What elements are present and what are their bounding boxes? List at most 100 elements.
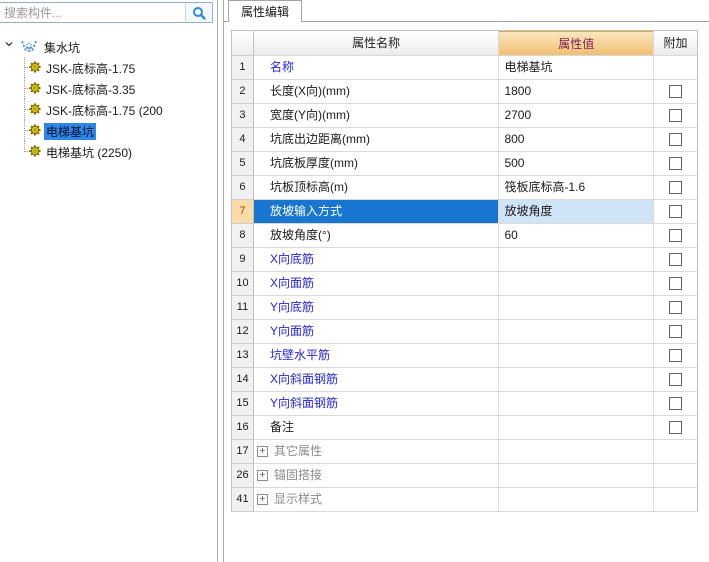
property-name[interactable]: X向面筋 xyxy=(253,272,500,296)
tree-item-label[interactable]: 电梯基坑 xyxy=(44,123,97,140)
expand-plus-icon[interactable]: + xyxy=(256,470,268,481)
property-name[interactable]: + 其它属性 xyxy=(253,440,500,464)
table-row[interactable]: 2 长度(X向)(mm) 1800 xyxy=(232,80,698,104)
property-name[interactable]: 宽度(Y向)(mm) xyxy=(253,104,500,128)
table-row[interactable]: 5 坑底板厚度(mm) 500 xyxy=(232,152,698,176)
attach-checkbox[interactable] xyxy=(669,133,683,146)
property-value[interactable] xyxy=(499,440,655,464)
property-name[interactable]: 备注 xyxy=(253,416,500,440)
table-row[interactable]: 41 + 显示样式 xyxy=(232,488,698,512)
tree-item-label[interactable]: 电梯基坑 (2250) xyxy=(46,144,132,161)
property-value[interactable]: 60 xyxy=(499,224,655,248)
tree-item[interactable]: 电梯基坑 (2250) xyxy=(0,141,217,162)
table-row[interactable]: 14 X向斜面钢筋 xyxy=(232,368,698,392)
search-input[interactable]: 搜索构件... xyxy=(0,2,213,23)
search-placeholder: 搜索构件... xyxy=(4,6,63,20)
attach-checkbox[interactable] xyxy=(669,277,683,290)
table-row[interactable]: 3 宽度(Y向)(mm) 2700 xyxy=(232,104,698,128)
property-name[interactable]: 坑底出边距离(mm) xyxy=(253,128,500,152)
attach-cell xyxy=(654,128,698,152)
property-name[interactable]: + 显示样式 xyxy=(253,488,500,512)
attach-cell xyxy=(654,224,698,248)
table-row[interactable]: 8 放坡角度(°) 60 xyxy=(232,224,698,248)
table-row[interactable]: 12 Y向面筋 xyxy=(232,320,698,344)
property-name[interactable]: 放坡输入方式 xyxy=(253,200,500,224)
attach-checkbox[interactable] xyxy=(669,205,683,218)
attach-checkbox[interactable] xyxy=(669,229,683,242)
property-name[interactable]: 坑底板厚度(mm) xyxy=(253,152,500,176)
table-row[interactable]: 4 坑底出边距离(mm) 800 xyxy=(232,128,698,152)
property-value[interactable] xyxy=(499,368,655,392)
table-row[interactable]: 6 坑板顶标高(m) 筏板底标高-1.6 xyxy=(232,176,698,200)
attach-cell xyxy=(654,488,698,512)
tree-item[interactable]: JSK-底标高-1.75 xyxy=(0,57,217,78)
property-value[interactable] xyxy=(499,320,655,344)
attach-checkbox[interactable] xyxy=(669,181,683,194)
property-value[interactable] xyxy=(499,248,655,272)
chevron-down-icon[interactable] xyxy=(4,39,16,51)
property-value[interactable] xyxy=(499,464,655,488)
property-name[interactable]: 坑壁水平筋 xyxy=(253,344,500,368)
tree-item[interactable]: 电梯基坑 xyxy=(0,120,217,141)
expand-plus-icon[interactable]: + xyxy=(256,494,268,505)
property-value[interactable] xyxy=(499,392,655,416)
property-value[interactable]: 500 xyxy=(499,152,655,176)
tree-item[interactable]: JSK-底标高-1.75 (200 xyxy=(0,99,217,120)
property-name[interactable]: X向底筋 xyxy=(253,248,500,272)
group-label: 其它属性 xyxy=(273,444,322,458)
attach-checkbox[interactable] xyxy=(669,85,683,98)
table-row[interactable]: 26 + 锚固搭接 xyxy=(232,464,698,488)
table-row[interactable]: 7 放坡输入方式 放坡角度 xyxy=(232,200,698,224)
table-row[interactable]: 15 Y向斜面钢筋 xyxy=(232,392,698,416)
attach-checkbox[interactable] xyxy=(669,109,683,122)
table-row[interactable]: 1 名称 电梯基坑 xyxy=(232,56,698,80)
property-value[interactable]: 2700 xyxy=(499,104,655,128)
property-name[interactable]: Y向斜面钢筋 xyxy=(253,392,500,416)
tree-root-label[interactable]: 集水坑 xyxy=(44,39,80,56)
attach-checkbox[interactable] xyxy=(669,397,683,410)
tree-item-label[interactable]: JSK-底标高-3.35 xyxy=(46,81,135,98)
attach-checkbox[interactable] xyxy=(669,421,683,434)
attach-checkbox[interactable] xyxy=(669,373,683,386)
row-number: 8 xyxy=(232,224,254,248)
tree-root-sump-pit[interactable]: 集水坑 xyxy=(0,36,217,57)
property-name[interactable]: 坑板顶标高(m) xyxy=(253,176,500,200)
property-value[interactable] xyxy=(499,416,655,440)
attach-checkbox[interactable] xyxy=(669,301,683,314)
table-row[interactable]: 9 X向底筋 xyxy=(232,248,698,272)
property-value[interactable]: 筏板底标高-1.6 xyxy=(499,176,655,200)
property-panel: 属性编辑 属性名称 属性值 附加 1 名称 电梯基坑 2 长度(X向)(mm) 1800 3… xyxy=(223,0,709,562)
property-name[interactable]: 放坡角度(°) xyxy=(253,224,500,248)
property-value[interactable]: 放坡角度 xyxy=(499,200,655,224)
property-name[interactable]: + 锚固搭接 xyxy=(253,464,500,488)
group-label: 显示样式 xyxy=(273,492,322,506)
expand-plus-icon[interactable]: + xyxy=(256,446,268,457)
table-row[interactable]: 17 + 其它属性 xyxy=(232,440,698,464)
attach-checkbox[interactable] xyxy=(669,349,683,362)
tab-property-edit[interactable]: 属性编辑 xyxy=(228,0,303,22)
property-name[interactable]: Y向面筋 xyxy=(253,320,500,344)
property-name[interactable]: 名称 xyxy=(253,56,500,80)
property-value[interactable]: 1800 xyxy=(499,80,655,104)
tree-item-label[interactable]: JSK-底标高-1.75 (200 xyxy=(46,102,163,119)
table-row[interactable]: 13 坑壁水平筋 xyxy=(232,344,698,368)
search-button[interactable] xyxy=(185,3,212,22)
tree-item[interactable]: JSK-底标高-3.35 xyxy=(0,78,217,99)
property-value[interactable] xyxy=(499,296,655,320)
property-name[interactable]: Y向底筋 xyxy=(253,296,500,320)
tree-item-label[interactable]: JSK-底标高-1.75 xyxy=(46,60,135,77)
table-row[interactable]: 10 X向面筋 xyxy=(232,272,698,296)
attach-checkbox[interactable] xyxy=(669,325,683,338)
property-value[interactable]: 电梯基坑 xyxy=(499,56,655,80)
property-name[interactable]: 长度(X向)(mm) xyxy=(253,80,500,104)
property-value[interactable] xyxy=(499,272,655,296)
table-row[interactable]: 11 Y向底筋 xyxy=(232,296,698,320)
property-value[interactable] xyxy=(499,344,655,368)
property-value[interactable] xyxy=(499,488,655,512)
property-name[interactable]: X向斜面钢筋 xyxy=(253,368,500,392)
row-number: 12 xyxy=(232,320,254,344)
property-value[interactable]: 800 xyxy=(499,128,655,152)
attach-checkbox[interactable] xyxy=(669,157,683,170)
table-row[interactable]: 16 备注 xyxy=(232,416,698,440)
attach-checkbox[interactable] xyxy=(669,253,683,266)
